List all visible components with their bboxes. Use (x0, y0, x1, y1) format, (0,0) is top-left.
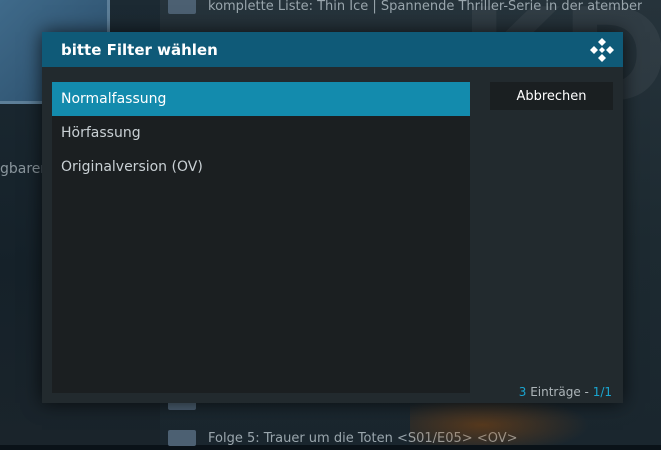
page-indicator: 1/1 (592, 385, 612, 399)
item-count-label: Einträge - (530, 385, 589, 399)
list-item-hoerfassung[interactable]: Hörfassung (52, 116, 470, 150)
background-row-thumbnail (168, 0, 196, 14)
dialog-header: bitte Filter wählen (42, 32, 623, 67)
background-row-thumbnail (168, 430, 196, 446)
cancel-button[interactable]: Abbrechen (490, 82, 613, 110)
item-count: 3 Einträge - 1/1 (519, 385, 612, 399)
kodi-logo-icon (590, 38, 614, 62)
dialog-title: bitte Filter wählen (61, 40, 218, 59)
item-count-number: 3 (518, 385, 527, 399)
background-row-text: komplette Liste: Thin Ice | Spannende Th… (208, 0, 643, 14)
list-item-originalversion[interactable]: Originalversion (OV) (52, 150, 470, 184)
filter-list: Normalfassung Hörfassung Originalversion… (52, 82, 470, 393)
list-item-normalfassung[interactable]: Normalfassung (52, 82, 470, 116)
background-list-row: komplette Liste: Thin Ice | Spannende Th… (168, 0, 658, 18)
filter-dialog: bitte Filter wählen Normalfassung Hörfas… (42, 32, 623, 403)
